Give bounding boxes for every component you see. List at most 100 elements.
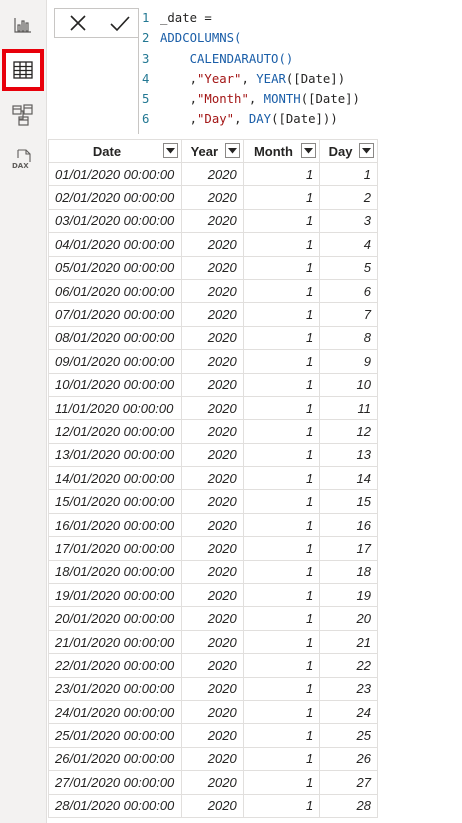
day-cell[interactable]: 18: [319, 559, 378, 585]
date-cell[interactable]: 25/01/2020 00:00:00: [48, 723, 182, 748]
month-cell[interactable]: 1: [242, 536, 321, 561]
date-cell[interactable]: 15/01/2020 00:00:00: [48, 489, 182, 514]
day-cell[interactable]: 20: [319, 606, 378, 631]
year-cell[interactable]: 2020: [180, 232, 244, 257]
year-cell[interactable]: 2020: [180, 606, 244, 631]
date-cell[interactable]: 17/01/2020 00:00:00: [48, 536, 182, 561]
month-cell[interactable]: 1: [242, 606, 321, 631]
date-cell[interactable]: 20/01/2020 00:00:00: [48, 606, 182, 631]
date-cell[interactable]: 01/01/2020 00:00:00: [48, 161, 182, 187]
month-cell[interactable]: 1: [242, 653, 321, 678]
date-cell[interactable]: 05/01/2020 00:00:00: [48, 255, 182, 280]
month-cell[interactable]: 1: [242, 302, 321, 327]
month-cell[interactable]: 1: [242, 395, 321, 421]
month-cell[interactable]: 1: [242, 746, 321, 772]
date-cell[interactable]: 08/01/2020 00:00:00: [48, 325, 182, 351]
date-cell[interactable]: 24/01/2020 00:00:00: [48, 699, 182, 725]
day-cell[interactable]: 22: [319, 653, 378, 678]
month-cell[interactable]: 1: [242, 489, 321, 514]
cancel-formula-button[interactable]: [59, 9, 97, 37]
month-cell[interactable]: 1: [242, 419, 321, 444]
year-cell[interactable]: 2020: [180, 723, 244, 748]
date-cell[interactable]: 16/01/2020 00:00:00: [48, 512, 182, 538]
date-cell[interactable]: 02/01/2020 00:00:00: [48, 185, 182, 210]
year-cell[interactable]: 2020: [180, 746, 244, 772]
year-cell[interactable]: 2020: [180, 372, 244, 397]
year-cell[interactable]: 2020: [180, 512, 244, 538]
commit-formula-button[interactable]: [101, 9, 139, 37]
year-cell[interactable]: 2020: [180, 793, 244, 818]
year-cell[interactable]: 2020: [180, 442, 244, 468]
date-cell[interactable]: 10/01/2020 00:00:00: [48, 372, 182, 397]
month-cell[interactable]: 1: [242, 699, 321, 725]
month-cell[interactable]: 1: [242, 372, 321, 397]
day-cell[interactable]: 16: [319, 512, 378, 538]
filter-dropdown-button[interactable]: [359, 143, 374, 158]
column-header-year[interactable]: Year: [180, 139, 244, 163]
dax-query-view-button[interactable]: DAX: [2, 139, 44, 181]
month-cell[interactable]: 1: [242, 676, 321, 701]
month-cell[interactable]: 1: [242, 255, 321, 280]
date-cell[interactable]: 07/01/2020 00:00:00: [48, 302, 182, 327]
day-cell[interactable]: 25: [319, 723, 378, 748]
year-cell[interactable]: 2020: [180, 255, 244, 280]
day-cell[interactable]: 7: [319, 302, 378, 327]
date-cell[interactable]: 03/01/2020 00:00:00: [48, 208, 182, 234]
day-cell[interactable]: 6: [319, 278, 378, 304]
day-cell[interactable]: 8: [319, 325, 378, 351]
date-cell[interactable]: 06/01/2020 00:00:00: [48, 278, 182, 304]
month-cell[interactable]: 1: [242, 723, 321, 748]
date-cell[interactable]: 26/01/2020 00:00:00: [48, 746, 182, 772]
filter-dropdown-button[interactable]: [162, 143, 178, 158]
year-cell[interactable]: 2020: [180, 185, 244, 210]
day-cell[interactable]: 26: [319, 746, 378, 772]
year-cell[interactable]: 2020: [180, 583, 244, 608]
month-cell[interactable]: 1: [242, 325, 321, 351]
date-cell[interactable]: 11/01/2020 00:00:00: [48, 395, 182, 421]
filter-dropdown-button[interactable]: [224, 143, 240, 158]
column-header-month[interactable]: Month: [242, 139, 321, 163]
month-cell[interactable]: 1: [242, 161, 321, 187]
date-cell[interactable]: 27/01/2020 00:00:00: [48, 770, 182, 795]
date-cell[interactable]: 12/01/2020 00:00:00: [48, 419, 182, 444]
date-cell[interactable]: 09/01/2020 00:00:00: [48, 349, 182, 374]
year-cell[interactable]: 2020: [180, 395, 244, 421]
day-cell[interactable]: 27: [319, 770, 378, 795]
day-cell[interactable]: 10: [319, 372, 378, 397]
date-cell[interactable]: 19/01/2020 00:00:00: [48, 583, 182, 608]
date-cell[interactable]: 04/01/2020 00:00:00: [48, 232, 182, 257]
year-cell[interactable]: 2020: [180, 676, 244, 701]
day-cell[interactable]: 3: [319, 208, 378, 234]
year-cell[interactable]: 2020: [180, 208, 244, 234]
month-cell[interactable]: 1: [242, 208, 321, 234]
day-cell[interactable]: 28: [319, 793, 378, 818]
column-header-date[interactable]: Date: [48, 139, 182, 163]
day-cell[interactable]: 9: [319, 349, 378, 374]
day-cell[interactable]: 12: [319, 419, 378, 444]
day-cell[interactable]: 13: [319, 442, 378, 468]
year-cell[interactable]: 2020: [180, 653, 244, 678]
day-cell[interactable]: 19: [319, 583, 378, 608]
day-cell[interactable]: 24: [319, 699, 378, 725]
year-cell[interactable]: 2020: [180, 302, 244, 327]
month-cell[interactable]: 1: [242, 278, 321, 304]
month-cell[interactable]: 1: [242, 583, 321, 608]
month-cell[interactable]: 1: [242, 629, 321, 655]
month-cell[interactable]: 1: [242, 512, 321, 538]
date-cell[interactable]: 18/01/2020 00:00:00: [48, 559, 182, 585]
month-cell[interactable]: 1: [242, 349, 321, 374]
year-cell[interactable]: 2020: [180, 770, 244, 795]
day-cell[interactable]: 5: [319, 255, 378, 280]
date-cell[interactable]: 13/01/2020 00:00:00: [48, 442, 182, 468]
year-cell[interactable]: 2020: [180, 699, 244, 725]
day-cell[interactable]: 17: [319, 536, 378, 561]
year-cell[interactable]: 2020: [180, 489, 244, 514]
data-view-button[interactable]: [2, 49, 44, 91]
day-cell[interactable]: 23: [319, 676, 378, 701]
year-cell[interactable]: 2020: [180, 559, 244, 585]
year-cell[interactable]: 2020: [180, 278, 244, 304]
filter-dropdown-button[interactable]: [301, 143, 317, 158]
day-cell[interactable]: 11: [319, 395, 378, 421]
year-cell[interactable]: 2020: [180, 161, 244, 187]
year-cell[interactable]: 2020: [180, 325, 244, 351]
